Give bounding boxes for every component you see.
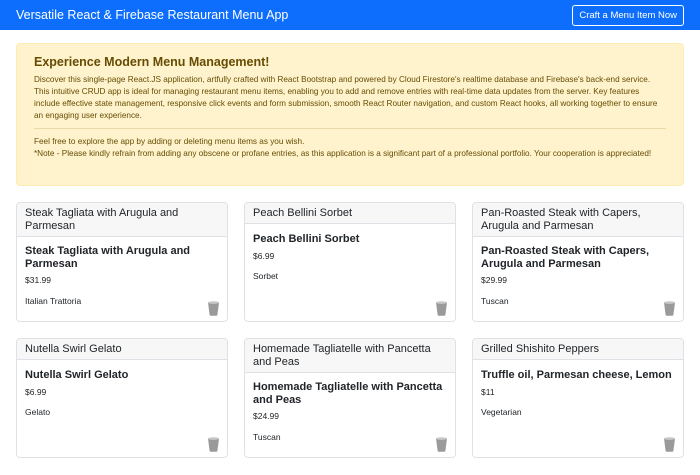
trash-icon[interactable]: [663, 437, 676, 452]
menu-item-card: Nutella Swirl Gelato Nutella Swirl Gelat…: [16, 338, 228, 458]
trash-icon[interactable]: [435, 301, 448, 316]
card-category: Tuscan: [253, 432, 281, 442]
card-price: $24.99: [253, 411, 279, 421]
alert-note: *Note - Please kindly refrain from addin…: [34, 148, 652, 158]
card-price: $31.99: [25, 275, 51, 285]
card-category: Italian Trattoria: [25, 296, 82, 306]
card-header: Pan-Roasted Steak with Capers, Arugula a…: [473, 203, 683, 237]
menu-item-card: Grilled Shishito Peppers Truffle oil, Pa…: [472, 338, 684, 458]
card-header: Nutella Swirl Gelato: [17, 339, 227, 360]
card-title: Steak Tagliata with Arugula and Parmesan: [25, 245, 191, 270]
card-category: Vegetarian: [481, 407, 522, 417]
card-price: $6.99: [253, 251, 275, 261]
menu-item-card: Peach Bellini Sorbet Peach Bellini Sorbe…: [244, 202, 456, 322]
card-category: Sorbet: [253, 271, 279, 281]
card-header: Steak Tagliata with Arugula and Parmesan: [17, 203, 227, 237]
alert-divider: [34, 127, 666, 129]
brand-title[interactable]: Versatile React & Firebase Restaurant Me…: [16, 8, 288, 22]
card-title: Truffle oil, Parmesan cheese, Lemon: [481, 369, 672, 381]
menu-item-card: Homemade Tagliatelle with Pancetta and P…: [244, 338, 456, 458]
card-category: Tuscan: [481, 296, 509, 306]
menu-item-card: Pan-Roasted Steak with Capers, Arugula a…: [472, 202, 684, 322]
menu-item-card: Steak Tagliata with Arugula and Parmesan…: [16, 202, 228, 322]
card-price: $29.99: [481, 275, 507, 285]
card-title: Homemade Tagliatelle with Pancetta and P…: [253, 381, 443, 406]
trash-icon[interactable]: [663, 301, 676, 316]
craft-menu-item-button[interactable]: Craft a Menu Item Now: [572, 5, 684, 26]
trash-icon[interactable]: [207, 437, 220, 452]
card-title: Pan-Roasted Steak with Capers, Arugula a…: [481, 245, 650, 270]
trash-icon[interactable]: [207, 301, 220, 316]
card-header: Homemade Tagliatelle with Pancetta and P…: [245, 339, 455, 373]
trash-icon[interactable]: [435, 437, 448, 452]
card-title: Peach Bellini Sorbet: [253, 233, 360, 245]
card-price: $11: [481, 387, 495, 397]
alert-heading: Experience Modern Menu Management!: [34, 55, 270, 69]
card-category: Gelato: [25, 407, 51, 417]
info-alert: Experience Modern Menu Management! Disco…: [16, 43, 684, 186]
card-header: Grilled Shishito Peppers: [473, 339, 683, 360]
card-title: Nutella Swirl Gelato: [25, 369, 129, 381]
card-header: Peach Bellini Sorbet: [245, 203, 455, 224]
alert-description: Discover this single-page React.JS appli…: [34, 75, 658, 120]
card-price: $6.99: [25, 387, 47, 397]
navbar: Versatile React & Firebase Restaurant Me…: [0, 0, 700, 30]
alert-invite: Feel free to explore the app by adding o…: [34, 136, 305, 146]
